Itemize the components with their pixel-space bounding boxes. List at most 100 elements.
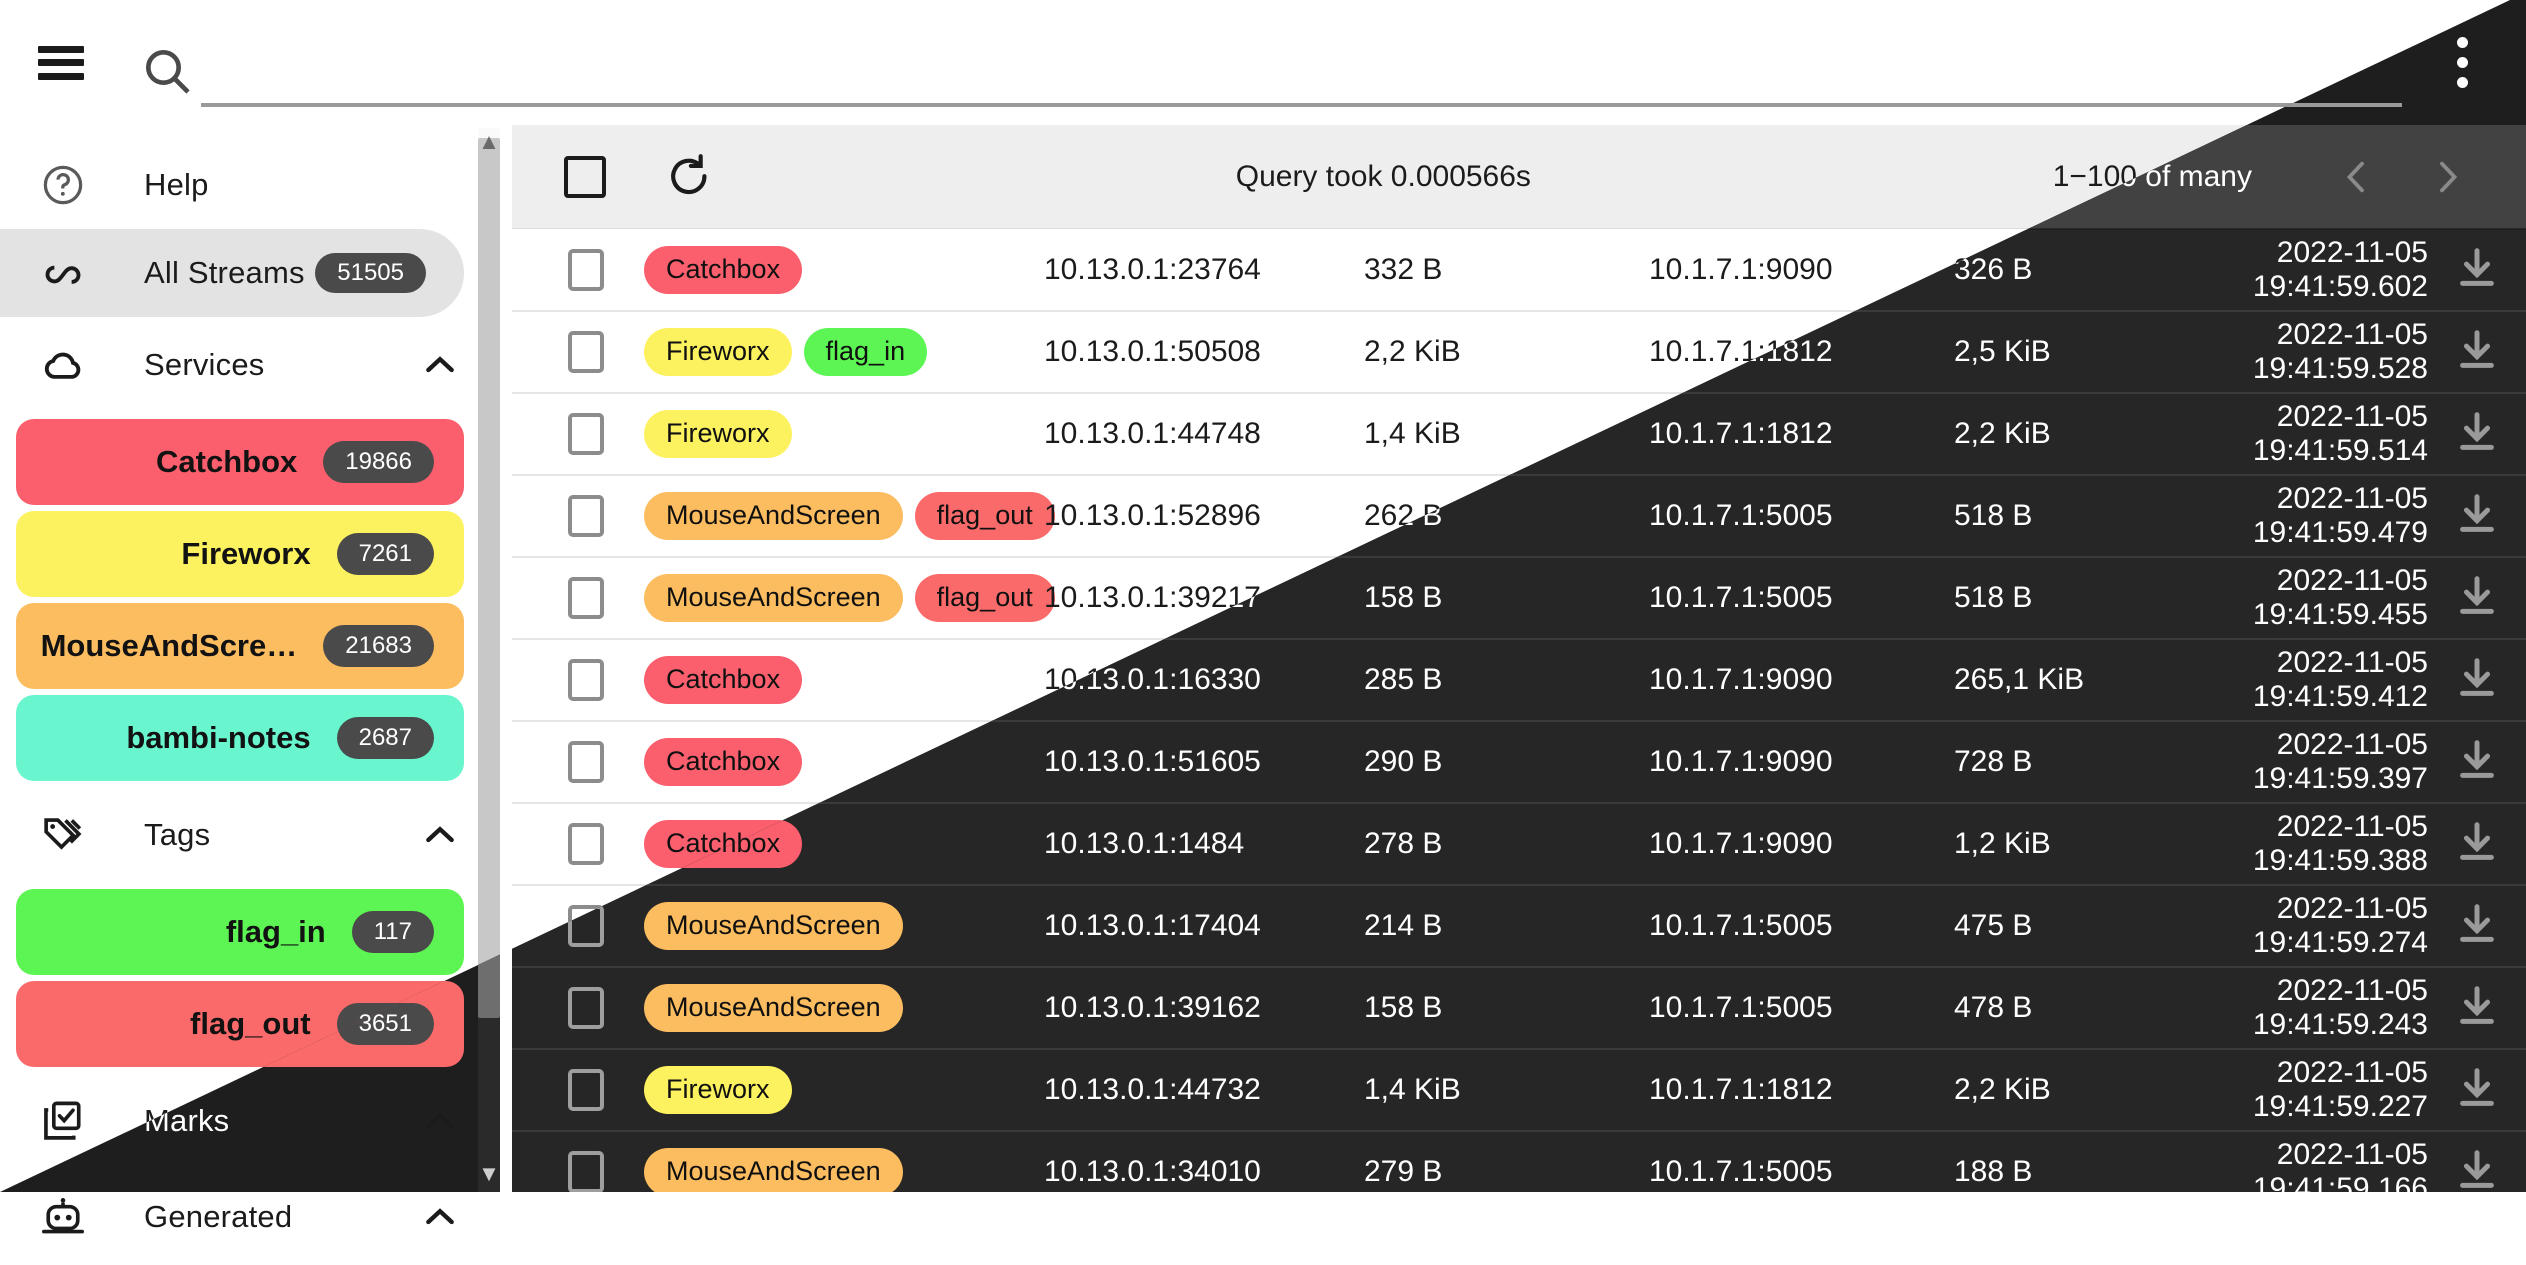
- sidebar-item-label: Help: [144, 167, 209, 203]
- row-tag[interactable]: MouseAndScreen: [644, 1148, 903, 1192]
- row-destination: 10.1.7.1:5005: [1649, 581, 1954, 615]
- row-tag[interactable]: flag_out: [915, 492, 1055, 540]
- chevron-up-icon[interactable]: [418, 343, 462, 387]
- row-tags: Catchbox: [644, 656, 1044, 704]
- row-destination-size: 475 B: [1954, 909, 2209, 943]
- row-checkbox[interactable]: [568, 987, 604, 1029]
- services-list: Catchbox19866Fireworx7261MouseAndScre…21…: [0, 419, 500, 781]
- row-checkbox[interactable]: [568, 413, 604, 455]
- robot-icon: [38, 1192, 88, 1242]
- table-row[interactable]: MouseAndScreen10.13.0.1:39162158 B10.1.7…: [512, 968, 2526, 1050]
- sidebar-item-all-streams[interactable]: All Streams 51505: [0, 229, 464, 317]
- sidebar-item-help[interactable]: Help: [0, 141, 464, 229]
- sidebar-section-label: Services: [144, 347, 264, 383]
- scroll-up-icon[interactable]: ▲: [478, 128, 500, 156]
- scroll-down-icon[interactable]: ▼: [478, 1160, 500, 1188]
- download-icon[interactable]: [2454, 491, 2500, 542]
- row-tag[interactable]: MouseAndScreen: [644, 574, 903, 622]
- sidebar-scrollbar-thumb[interactable]: [478, 138, 500, 1018]
- row-source-size: 279 B: [1364, 1155, 1649, 1189]
- row-tag[interactable]: Catchbox: [644, 738, 802, 786]
- chevron-right-icon[interactable]: [2402, 142, 2492, 212]
- sidebar-badge-count: 51505: [315, 253, 426, 293]
- row-tag[interactable]: flag_in: [804, 328, 928, 376]
- table-row[interactable]: Catchbox10.13.0.1:1484278 B10.1.7.1:9090…: [512, 804, 2526, 886]
- query-time-label: Query took 0.000566s: [714, 160, 2053, 194]
- download-icon[interactable]: [2454, 1065, 2500, 1116]
- row-tag[interactable]: Catchbox: [644, 656, 802, 704]
- row-tag[interactable]: MouseAndScreen: [644, 984, 903, 1032]
- row-checkbox[interactable]: [568, 331, 604, 373]
- sidebar-tag-0[interactable]: flag_in117: [16, 889, 464, 975]
- tag-label: flag_out: [16, 1006, 337, 1042]
- row-source: 10.13.0.1:52896: [1044, 499, 1364, 533]
- download-icon[interactable]: [2454, 573, 2500, 624]
- tag-label: flag_in: [16, 914, 352, 950]
- row-checkbox[interactable]: [568, 495, 604, 537]
- download-icon[interactable]: [2454, 245, 2500, 296]
- hamburger-icon[interactable]: [38, 46, 84, 80]
- sidebar-section-services[interactable]: Services: [0, 317, 500, 413]
- row-source: 10.13.0.1:39162: [1044, 991, 1364, 1025]
- row-tag[interactable]: Fireworx: [644, 1066, 792, 1114]
- row-destination: 10.1.7.1:1812: [1649, 417, 1954, 451]
- row-destination-size: 2,2 KiB: [1954, 1073, 2209, 1107]
- row-destination-size: 188 B: [1954, 1155, 2209, 1189]
- sidebar-section-label: Generated: [144, 1199, 292, 1235]
- row-destination-size: 518 B: [1954, 499, 2209, 533]
- search-area: [139, 0, 2422, 125]
- infinity-icon: [38, 248, 88, 298]
- row-tags: MouseAndScreenflag_out: [644, 492, 1044, 540]
- download-icon[interactable]: [2454, 983, 2500, 1034]
- download-icon[interactable]: [2454, 1147, 2500, 1193]
- row-tag[interactable]: MouseAndScreen: [644, 492, 903, 540]
- sidebar-service-2[interactable]: MouseAndScre…21683: [16, 603, 464, 689]
- search-input[interactable]: [201, 49, 2402, 101]
- row-source-size: 214 B: [1364, 909, 1649, 943]
- row-destination-size: 265,1 KiB: [1954, 663, 2209, 697]
- row-tags: MouseAndScreen: [644, 984, 1044, 1032]
- search-icon[interactable]: [139, 43, 195, 99]
- row-timestamp: 2022-11-05 19:41:59.514: [2209, 400, 2454, 468]
- download-icon[interactable]: [2454, 737, 2500, 788]
- row-checkbox[interactable]: [568, 659, 604, 701]
- row-checkbox[interactable]: [568, 577, 604, 619]
- row-timestamp: 2022-11-05 19:41:59.602: [2209, 236, 2454, 304]
- sidebar-service-1[interactable]: Fireworx7261: [16, 511, 464, 597]
- row-tag[interactable]: Catchbox: [644, 246, 802, 294]
- row-tag[interactable]: flag_out: [915, 574, 1055, 622]
- select-all-checkbox[interactable]: [564, 156, 606, 198]
- sidebar-service-3[interactable]: bambi-notes2687: [16, 695, 464, 781]
- refresh-icon[interactable]: [664, 152, 714, 202]
- row-timestamp: 2022-11-05 19:41:59.243: [2209, 974, 2454, 1042]
- download-icon[interactable]: [2454, 901, 2500, 952]
- row-source-size: 332 B: [1364, 253, 1649, 287]
- row-checkbox[interactable]: [568, 1151, 604, 1192]
- download-icon[interactable]: [2454, 409, 2500, 460]
- table-row[interactable]: MouseAndScreen10.13.0.1:34010279 B10.1.7…: [512, 1132, 2526, 1192]
- download-icon[interactable]: [2454, 327, 2500, 378]
- row-checkbox[interactable]: [568, 823, 604, 865]
- chevron-up-icon[interactable]: [418, 813, 462, 857]
- table-row[interactable]: Fireworx10.13.0.1:447321,4 KiB10.1.7.1:1…: [512, 1050, 2526, 1132]
- tag-badge-count: 117: [352, 911, 434, 953]
- row-tag[interactable]: Fireworx: [644, 328, 792, 376]
- row-checkbox[interactable]: [568, 1069, 604, 1111]
- chevron-left-icon[interactable]: [2312, 142, 2402, 212]
- row-destination: 10.1.7.1:5005: [1649, 1155, 1954, 1189]
- sidebar-service-0[interactable]: Catchbox19866: [16, 419, 464, 505]
- download-icon[interactable]: [2454, 655, 2500, 706]
- row-checkbox[interactable]: [568, 741, 604, 783]
- sidebar-section-tags[interactable]: Tags: [0, 787, 500, 883]
- download-icon[interactable]: [2454, 819, 2500, 870]
- chevron-up-icon[interactable]: [418, 1099, 462, 1143]
- table-row[interactable]: MouseAndScreen10.13.0.1:17404214 B10.1.7…: [512, 886, 2526, 968]
- row-timestamp: 2022-11-05 19:41:59.528: [2209, 318, 2454, 386]
- row-checkbox[interactable]: [568, 249, 604, 291]
- row-tag[interactable]: Fireworx: [644, 410, 792, 458]
- chevron-up-icon[interactable]: [418, 1195, 462, 1239]
- row-source-size: 158 B: [1364, 581, 1649, 615]
- row-destination-size: 518 B: [1954, 581, 2209, 615]
- help-circle-icon: [38, 160, 88, 210]
- row-tag[interactable]: MouseAndScreen: [644, 902, 903, 950]
